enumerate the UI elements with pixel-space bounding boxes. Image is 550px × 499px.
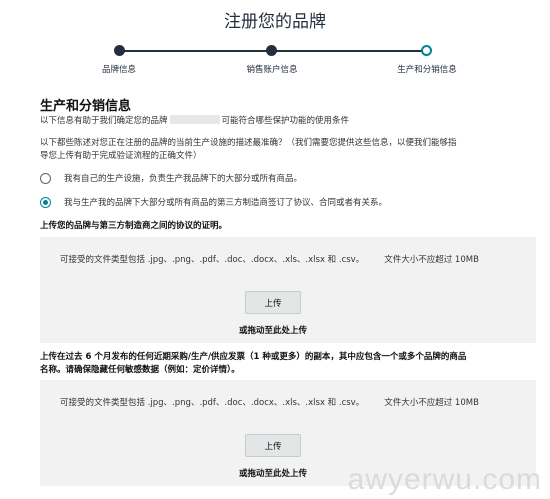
upload-invoice-heading: 上传在过去 6 个月发布的任何近期采购/生产/供应发票（1 种或更多）的副本，其…	[40, 351, 466, 377]
intro-prefix: 以下信息有助于我们确定您的品牌	[40, 116, 168, 126]
upload-button[interactable]: 上传	[245, 291, 301, 314]
intro-suffix: 可能符合哪些保护功能的使用条件	[221, 116, 350, 126]
upload-info: 可接受的文件类型包括 .jpg、.png、.pdf、.doc、.docx、.xl…	[60, 396, 479, 408]
step-3-dot	[421, 45, 432, 56]
watermark: awyerwu.com	[347, 463, 542, 496]
upload-agreement-heading: 上传您的品牌与第三方制造商之间的协议的证明。	[40, 221, 228, 231]
upload-agreement-dropzone[interactable]: 可接受的文件类型包括 .jpg、.png、.pdf、.doc、.docx、.xl…	[40, 237, 536, 343]
file-size-limit: 文件大小不应超过 10MB	[384, 255, 479, 265]
radio-button[interactable]	[40, 172, 51, 184]
question-line-2: 导您上传有助于完成验证流程的正确文件）	[40, 151, 202, 161]
drag-drop-hint: 或拖动至此处上传	[238, 326, 307, 336]
accepted-file-types: 可接受的文件类型包括 .jpg、.png、.pdf、.doc、.docx、.xl…	[60, 398, 365, 408]
stepper-line-remaining	[273, 50, 423, 52]
step-2-dot	[266, 45, 277, 56]
file-size-limit: 文件大小不应超过 10MB	[384, 398, 479, 408]
option-own-facility[interactable]: 我有自己的生产设施，负责生产我品牌下的大部分或所有商品。	[40, 172, 302, 184]
option-third-party-manufacturer[interactable]: 我与生产我的品牌下大部分或所有商品的第三方制造商签订了协议、合同或者有关系。	[40, 196, 387, 208]
section-title: 生产和分销信息	[40, 99, 132, 114]
step-1-dot	[114, 45, 125, 56]
section-intro: 以下信息有助于我们确定您的品牌 可能符合哪些保护功能的使用条件	[40, 114, 349, 126]
upload-invoice-heading-line-2: 名称。请确保隐藏任何敏感数据（例如：定价详情）。	[40, 365, 240, 375]
step-2-label: 销售账户信息	[246, 65, 298, 75]
upload-info: 可接受的文件类型包括 .jpg、.png、.pdf、.doc、.docx、.xl…	[60, 253, 479, 265]
option-label: 我与生产我的品牌下大部分或所有商品的第三方制造商签订了协议、合同或者有关系。	[64, 198, 388, 208]
step-1-label: 品牌信息	[101, 65, 137, 75]
upload-invoice-heading-line-1: 上传在过去 6 个月发布的任何近期采购/生产/供应发票（1 种或更多）的副本，其…	[40, 352, 467, 362]
redacted-brand-name	[169, 115, 220, 124]
page-title: 注册您的品牌	[224, 12, 326, 32]
question-line-1: 以下都些陈述对您正在注册的品牌的当前生产设施的描述最准确？（我们需要您提供这些信…	[40, 138, 457, 148]
upload-button[interactable]: 上传	[245, 434, 301, 457]
step-3-label: 生产和分销信息	[397, 65, 457, 75]
progress-stepper: 品牌信息 销售账户信息 生产和分销信息	[0, 40, 550, 80]
accepted-file-types: 可接受的文件类型包括 .jpg、.png、.pdf、.doc、.docx、.xl…	[60, 255, 365, 265]
option-label: 我有自己的生产设施，负责生产我品牌下的大部分或所有商品。	[64, 174, 303, 184]
radio-button-selected[interactable]	[40, 196, 51, 208]
